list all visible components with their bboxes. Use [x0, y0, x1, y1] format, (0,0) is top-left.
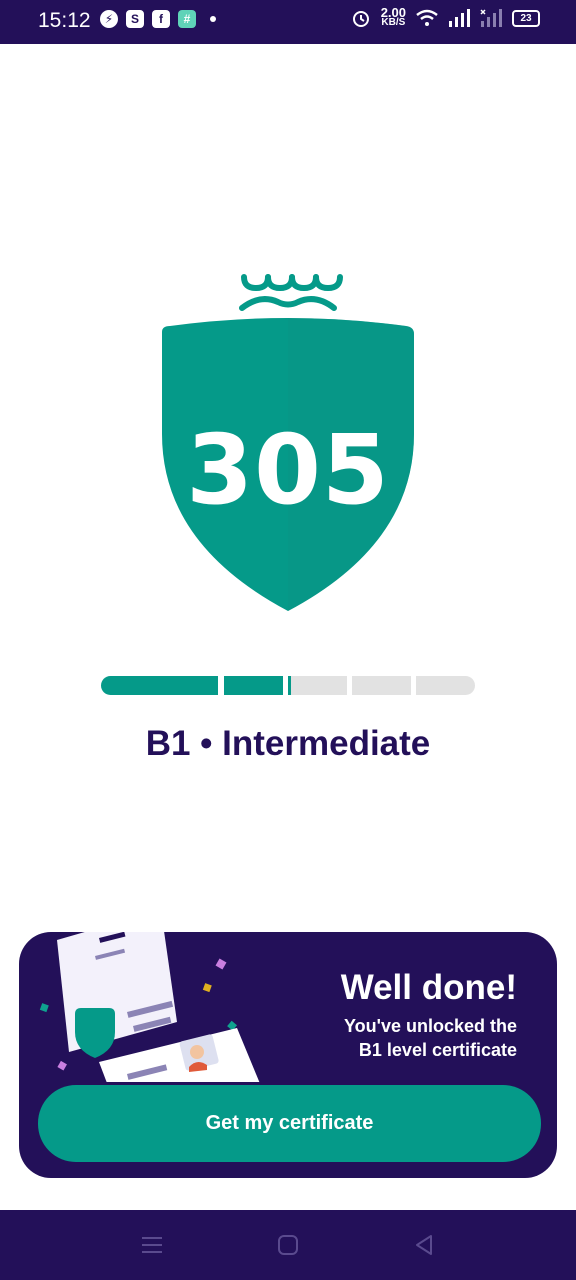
system-nav-bar — [0, 1210, 576, 1280]
facebook-icon: f — [152, 10, 170, 28]
get-certificate-button[interactable]: Get my certificate — [38, 1085, 541, 1162]
signal-icon-secondary — [480, 9, 502, 27]
score-shield: 305 — [160, 274, 416, 614]
certificate-illustration — [39, 932, 260, 1082]
promo-subtitle-line-2: B1 level certificate — [358, 1040, 517, 1060]
shop-icon: S — [126, 10, 144, 28]
wifi-icon — [416, 9, 438, 26]
progress-segment-2 — [224, 676, 283, 695]
app-icon: # — [178, 10, 196, 28]
more-notifications-dot — [210, 16, 216, 22]
level-label: B1 • Intermediate — [145, 724, 431, 763]
status-time: 15:12 — [38, 9, 91, 32]
menu-icon[interactable] — [139, 1232, 165, 1258]
promo-subtitle-line-1: You've unlocked the — [344, 1016, 517, 1036]
progress-marker — [288, 676, 291, 695]
progress-segment-5 — [416, 676, 475, 695]
signal-icon — [449, 9, 470, 27]
level-progress-bar — [101, 676, 475, 695]
messenger-icon: ⚡ — [100, 10, 118, 28]
status-bar: 15:12 ⚡ S f # 2.00 KB/S 23 — [0, 0, 576, 44]
progress-segment-1 — [101, 676, 218, 695]
score-value: 305 — [186, 414, 390, 526]
certificate-promo-card: Well done! You've unlocked the B1 level … — [19, 932, 557, 1178]
network-speed-unit: KB/S — [381, 17, 406, 28]
status-right: 2.00 KB/S 23 — [351, 6, 540, 28]
alarm-icon — [352, 11, 369, 27]
home-icon[interactable] — [275, 1232, 301, 1258]
notification-icons: ⚡ S f # — [100, 10, 216, 28]
back-icon[interactable] — [411, 1232, 437, 1258]
progress-segment-4 — [352, 676, 411, 695]
promo-subtitle: You've unlocked the B1 level certificate — [257, 1014, 517, 1062]
network-speed: 2.00 KB/S — [381, 6, 406, 28]
crown-icon — [239, 274, 343, 311]
progress-segment-3 — [291, 676, 347, 695]
promo-title: Well done! — [340, 968, 517, 1007]
battery-indicator: 23 — [512, 9, 540, 27]
